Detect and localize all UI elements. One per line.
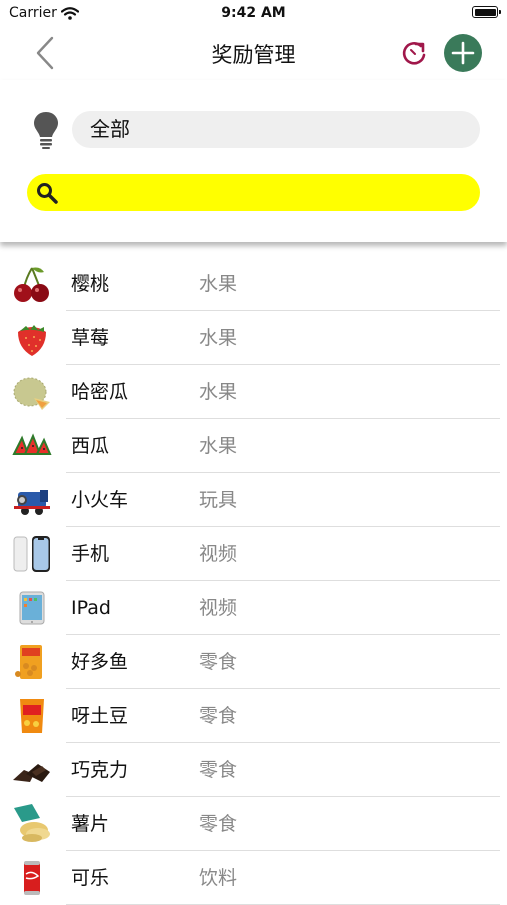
reward-category: 水果 — [199, 327, 238, 349]
reward-category: 水果 — [199, 435, 238, 457]
list-item[interactable]: 樱桃 水果 — [0, 257, 507, 311]
ipad-icon — [19, 591, 45, 625]
add-reward-button[interactable] — [444, 34, 482, 72]
list-item[interactable]: IPad 视频 — [0, 581, 507, 635]
reward-name: IPad — [71, 597, 111, 619]
reward-category: 玩具 — [199, 489, 238, 511]
watermelon-icon — [12, 433, 52, 455]
status-time: 9:42 AM — [221, 5, 286, 21]
reward-category: 视频 — [199, 597, 238, 619]
list-item[interactable]: 草莓 水果 — [0, 311, 507, 365]
list-item[interactable]: 薯片 零食 — [0, 797, 507, 851]
status-bar: Carrier 9:42 AM — [0, 0, 507, 26]
nav-bar: 奖励管理 — [0, 26, 507, 80]
lightbulb-icon — [32, 110, 60, 150]
reward-category: 视频 — [199, 543, 238, 565]
battery-icon — [472, 6, 501, 18]
chips-bag-icon — [20, 699, 44, 733]
toy-train-icon — [14, 490, 50, 515]
reward-category: 零食 — [199, 759, 238, 781]
list-item[interactable]: 小火车 玩具 — [0, 473, 507, 527]
list-item[interactable]: 西瓜 水果 — [0, 419, 507, 473]
search-bar[interactable] — [27, 174, 480, 213]
cola-can-icon — [24, 861, 40, 895]
refresh-icon — [402, 41, 426, 65]
reward-name: 哈密瓜 — [71, 381, 129, 403]
cherry-icon — [14, 267, 49, 302]
reward-name: 手机 — [71, 543, 110, 565]
reward-name: 薯片 — [71, 813, 110, 835]
list-item[interactable]: 哈密瓜 水果 — [0, 365, 507, 419]
plus-icon — [451, 41, 475, 65]
reward-name: 西瓜 — [71, 435, 110, 457]
reward-name: 樱桃 — [71, 273, 110, 295]
reward-category: 饮料 — [199, 867, 238, 889]
strawberry-icon — [18, 325, 46, 356]
reward-name: 草莓 — [71, 327, 110, 349]
filter-panel: 全部 — [0, 80, 507, 242]
reward-name: 呀土豆 — [71, 705, 129, 727]
potato-chips-icon — [14, 804, 50, 842]
reward-category: 水果 — [199, 273, 238, 295]
phone-icon — [13, 536, 50, 572]
reward-category: 零食 — [199, 813, 238, 835]
reward-category: 零食 — [199, 705, 238, 727]
reward-name: 巧克力 — [71, 759, 129, 781]
melon-icon — [13, 377, 50, 410]
list-item[interactable]: 巧克力 零食 — [0, 743, 507, 797]
search-input[interactable] — [65, 174, 469, 213]
list-item[interactable]: 呀土豆 零食 — [0, 689, 507, 743]
search-icon — [37, 183, 58, 204]
list-item[interactable]: 手机 视频 — [0, 527, 507, 581]
reward-name: 小火车 — [71, 489, 129, 511]
reward-list: 樱桃 水果 草莓 水果 哈密瓜 水果 西瓜 水果 小火车 玩具 手机 视频 IP… — [0, 257, 507, 905]
reward-name: 可乐 — [71, 867, 110, 889]
list-item[interactable]: 好多鱼 零食 — [0, 635, 507, 689]
chocolate-icon — [13, 764, 50, 782]
refresh-button[interactable] — [397, 36, 431, 70]
reward-category: 水果 — [199, 381, 238, 403]
list-item[interactable]: 可乐 饮料 — [0, 851, 507, 905]
snack-box-icon — [15, 645, 42, 679]
reward-category: 零食 — [199, 651, 238, 673]
category-selector[interactable]: 全部 — [72, 111, 480, 148]
reward-name: 好多鱼 — [71, 651, 129, 673]
